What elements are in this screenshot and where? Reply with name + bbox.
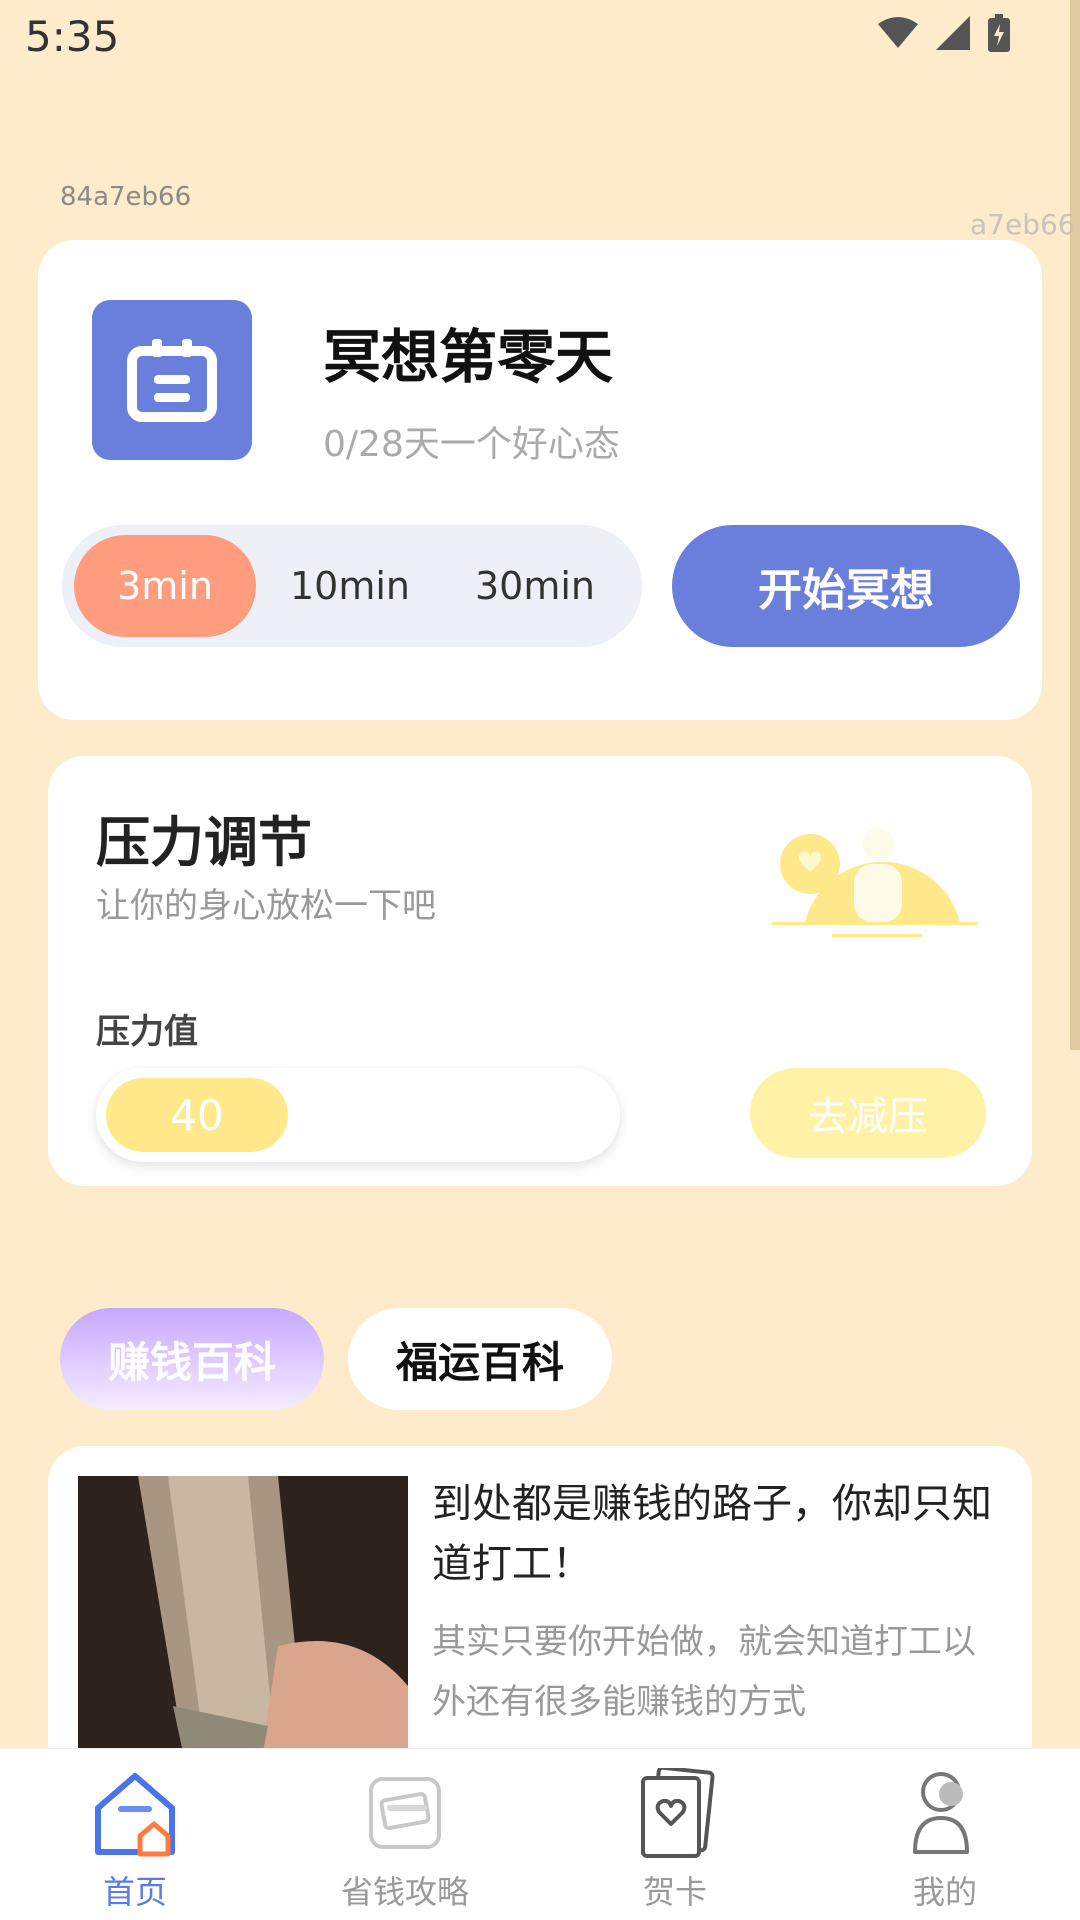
stress-subtitle: 让你的身心放松一下吧 — [96, 886, 436, 926]
home-icon — [87, 1765, 183, 1861]
wifi-icon — [878, 17, 918, 48]
duration-selector: 3min 10min 30min — [62, 525, 642, 647]
greeting-card-icon — [627, 1765, 723, 1861]
meditation-card: 冥想第零天 0/28天一个好心态 3min 10min 30min 开始冥想 — [38, 240, 1042, 720]
article-title: 到处都是赚钱的路子，你却只知道打工！ — [432, 1481, 992, 1587]
stress-title: 压力调节 — [96, 811, 312, 874]
tab-fortune-wiki[interactable]: 福运百科 — [348, 1308, 612, 1410]
stress-card: 压力调节 让你的身心放松一下吧 压力值 40 去减压 — [48, 756, 1032, 1186]
meditation-subtitle: 0/28天一个好心态 — [323, 424, 620, 465]
stress-slider[interactable]: 40 — [96, 1068, 620, 1162]
duration-option-3min[interactable]: 3min — [74, 535, 256, 637]
article-image — [78, 1476, 408, 1776]
stress-value-label: 压力值 — [96, 1012, 198, 1052]
nav-profile[interactable]: 我的 — [845, 1765, 1045, 1913]
nav-label-greeting-card: 贺卡 — [642, 1873, 707, 1911]
stress-value: 40 — [106, 1078, 288, 1152]
start-meditation-button[interactable]: 开始冥想 — [672, 525, 1020, 647]
meditation-title: 冥想第零天 — [323, 323, 614, 391]
article-description: 其实只要你开始做，就会知道打工以外还有很多能赚钱的方式 — [432, 1622, 976, 1722]
nav-money-guide[interactable]: 省钱攻略 — [305, 1765, 505, 1913]
scrollbar[interactable] — [1070, 0, 1080, 1050]
battery-icon — [988, 14, 1010, 52]
nav-label-profile: 我的 — [912, 1873, 977, 1911]
profile-icon — [897, 1765, 993, 1861]
bottom-nav: 首页 省钱攻略 贺卡 我的 — [0, 1748, 1080, 1920]
tab-money-wiki[interactable]: 赚钱百科 — [60, 1308, 324, 1410]
nav-label-home: 首页 — [102, 1873, 167, 1911]
duration-option-10min[interactable]: 10min — [259, 535, 441, 637]
nav-home[interactable]: 首页 — [35, 1765, 235, 1913]
relax-illustration — [772, 828, 978, 937]
money-guide-icon — [357, 1765, 453, 1861]
relieve-stress-button[interactable]: 去减压 — [750, 1068, 986, 1158]
debug-tag: 84a7eb66 — [60, 182, 192, 212]
status-icons — [878, 14, 1010, 52]
nav-greeting-card[interactable]: 贺卡 — [575, 1765, 775, 1913]
debug-tag-faded: a7eb66 — [970, 208, 1076, 241]
status-bar: 5:35 — [0, 0, 1080, 80]
signal-icon — [936, 16, 970, 50]
nav-label-money-guide: 省钱攻略 — [340, 1873, 469, 1911]
calendar-icon — [92, 300, 252, 460]
status-time: 5:35 — [25, 12, 120, 61]
duration-option-30min[interactable]: 30min — [444, 535, 626, 637]
